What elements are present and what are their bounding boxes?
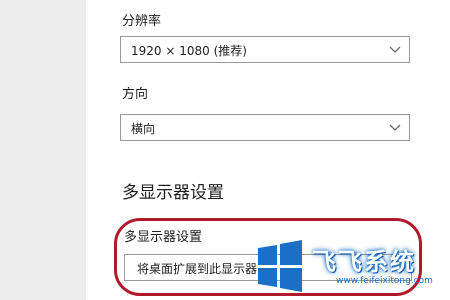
left-navigation-pane — [0, 0, 86, 300]
watermark-url: www.feifeixitong.com — [336, 276, 433, 286]
resolution-label: 分辨率 — [122, 14, 162, 29]
site-watermark: 飞飞系统 www.feifeixitong.com — [248, 238, 444, 296]
orientation-value: 横向 — [131, 122, 156, 136]
resolution-dropdown[interactable]: 1920 × 1080 (推荐) — [120, 36, 410, 63]
chevron-down-icon — [389, 124, 401, 131]
resolution-value: 1920 × 1080 (推荐) — [131, 44, 247, 58]
orientation-label: 方向 — [122, 87, 149, 102]
chevron-down-icon — [389, 46, 401, 53]
watermark-text: 飞飞系统 — [312, 248, 416, 276]
multi-display-section-title: 多显示器设置 — [122, 183, 224, 203]
windows-logo-icon — [258, 240, 302, 292]
orientation-dropdown[interactable]: 横向 — [120, 114, 410, 141]
